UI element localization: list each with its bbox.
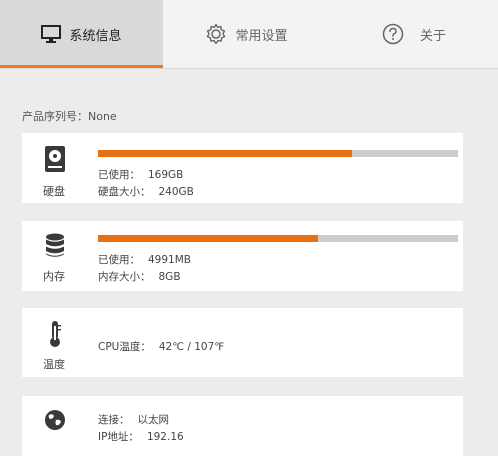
memory-used-value: 4991MB: [148, 254, 191, 266]
tab-bar: 系统信息 常用设置 关于: [0, 0, 498, 69]
disk-size-line: 硬盘大小： 240GB: [98, 184, 194, 199]
tab-settings[interactable]: 常用设置: [163, 0, 330, 68]
disk-used-label: 已使用：: [98, 169, 140, 181]
serial-label: 产品序列号：: [22, 110, 88, 123]
cpu-temp-label: CPU温度：: [98, 341, 151, 353]
memory-usage-fill: [98, 235, 318, 242]
connection-line: 连接： 以太网: [98, 412, 169, 427]
disk-card: 硬盘 已使用： 169GB 硬盘大小： 240GB: [22, 133, 463, 203]
disk-used-value: 169GB: [148, 169, 184, 181]
cpu-temp-line: CPU温度： 42℃ / 107℉: [98, 339, 224, 354]
memory-size-line: 内存大小： 8GB: [98, 269, 181, 284]
ip-value: 192.16: [146, 431, 184, 443]
network-card: 连接： 以太网 IP地址： 192.16: [22, 396, 463, 456]
tab-system-info[interactable]: 系统信息: [0, 0, 163, 68]
temperature-label: 温度: [43, 358, 65, 371]
memory-used-line: 已使用： 4991MB: [98, 252, 191, 267]
active-tab-indicator: [0, 65, 163, 68]
disk-label: 硬盘: [43, 185, 65, 198]
memory-size-label: 内存大小：: [98, 271, 151, 283]
gear-icon: [205, 23, 227, 45]
ip-line: IP地址： 192.16: [98, 429, 184, 444]
disk-usage-bar: [98, 150, 458, 157]
serial-value: None: [88, 110, 117, 123]
database-icon: [42, 233, 68, 263]
temperature-card: 温度 CPU温度： 42℃ / 107℉: [22, 308, 463, 377]
disk-size-label: 硬盘大小：: [98, 186, 151, 198]
question-icon: [382, 23, 404, 45]
tab-label: 关于: [419, 28, 446, 44]
monitor-icon: [41, 25, 62, 43]
disk-usage-fill: [98, 150, 352, 157]
ip-label: IP地址：: [98, 431, 139, 443]
memory-size-value: 8GB: [158, 271, 181, 283]
connection-label: 连接：: [98, 414, 130, 426]
memory-label: 内存: [43, 270, 65, 283]
tab-label: 系统信息: [69, 28, 122, 44]
globe-icon: [42, 408, 68, 438]
connection-value: 以太网: [137, 414, 170, 426]
tab-about[interactable]: 关于: [330, 0, 498, 68]
memory-used-label: 已使用：: [98, 254, 140, 266]
hard-disk-icon: [42, 145, 68, 175]
serial-number: 产品序列号：None: [22, 108, 117, 124]
tab-label: 常用设置: [235, 28, 288, 44]
memory-usage-bar: [98, 235, 458, 242]
thermometer-icon: [42, 320, 68, 350]
memory-card: 内存 已使用： 4991MB 内存大小： 8GB: [22, 221, 463, 291]
cpu-temp-value: 42℃ / 107℉: [158, 341, 225, 353]
disk-used-line: 已使用： 169GB: [98, 167, 183, 182]
disk-size-value: 240GB: [158, 186, 194, 198]
